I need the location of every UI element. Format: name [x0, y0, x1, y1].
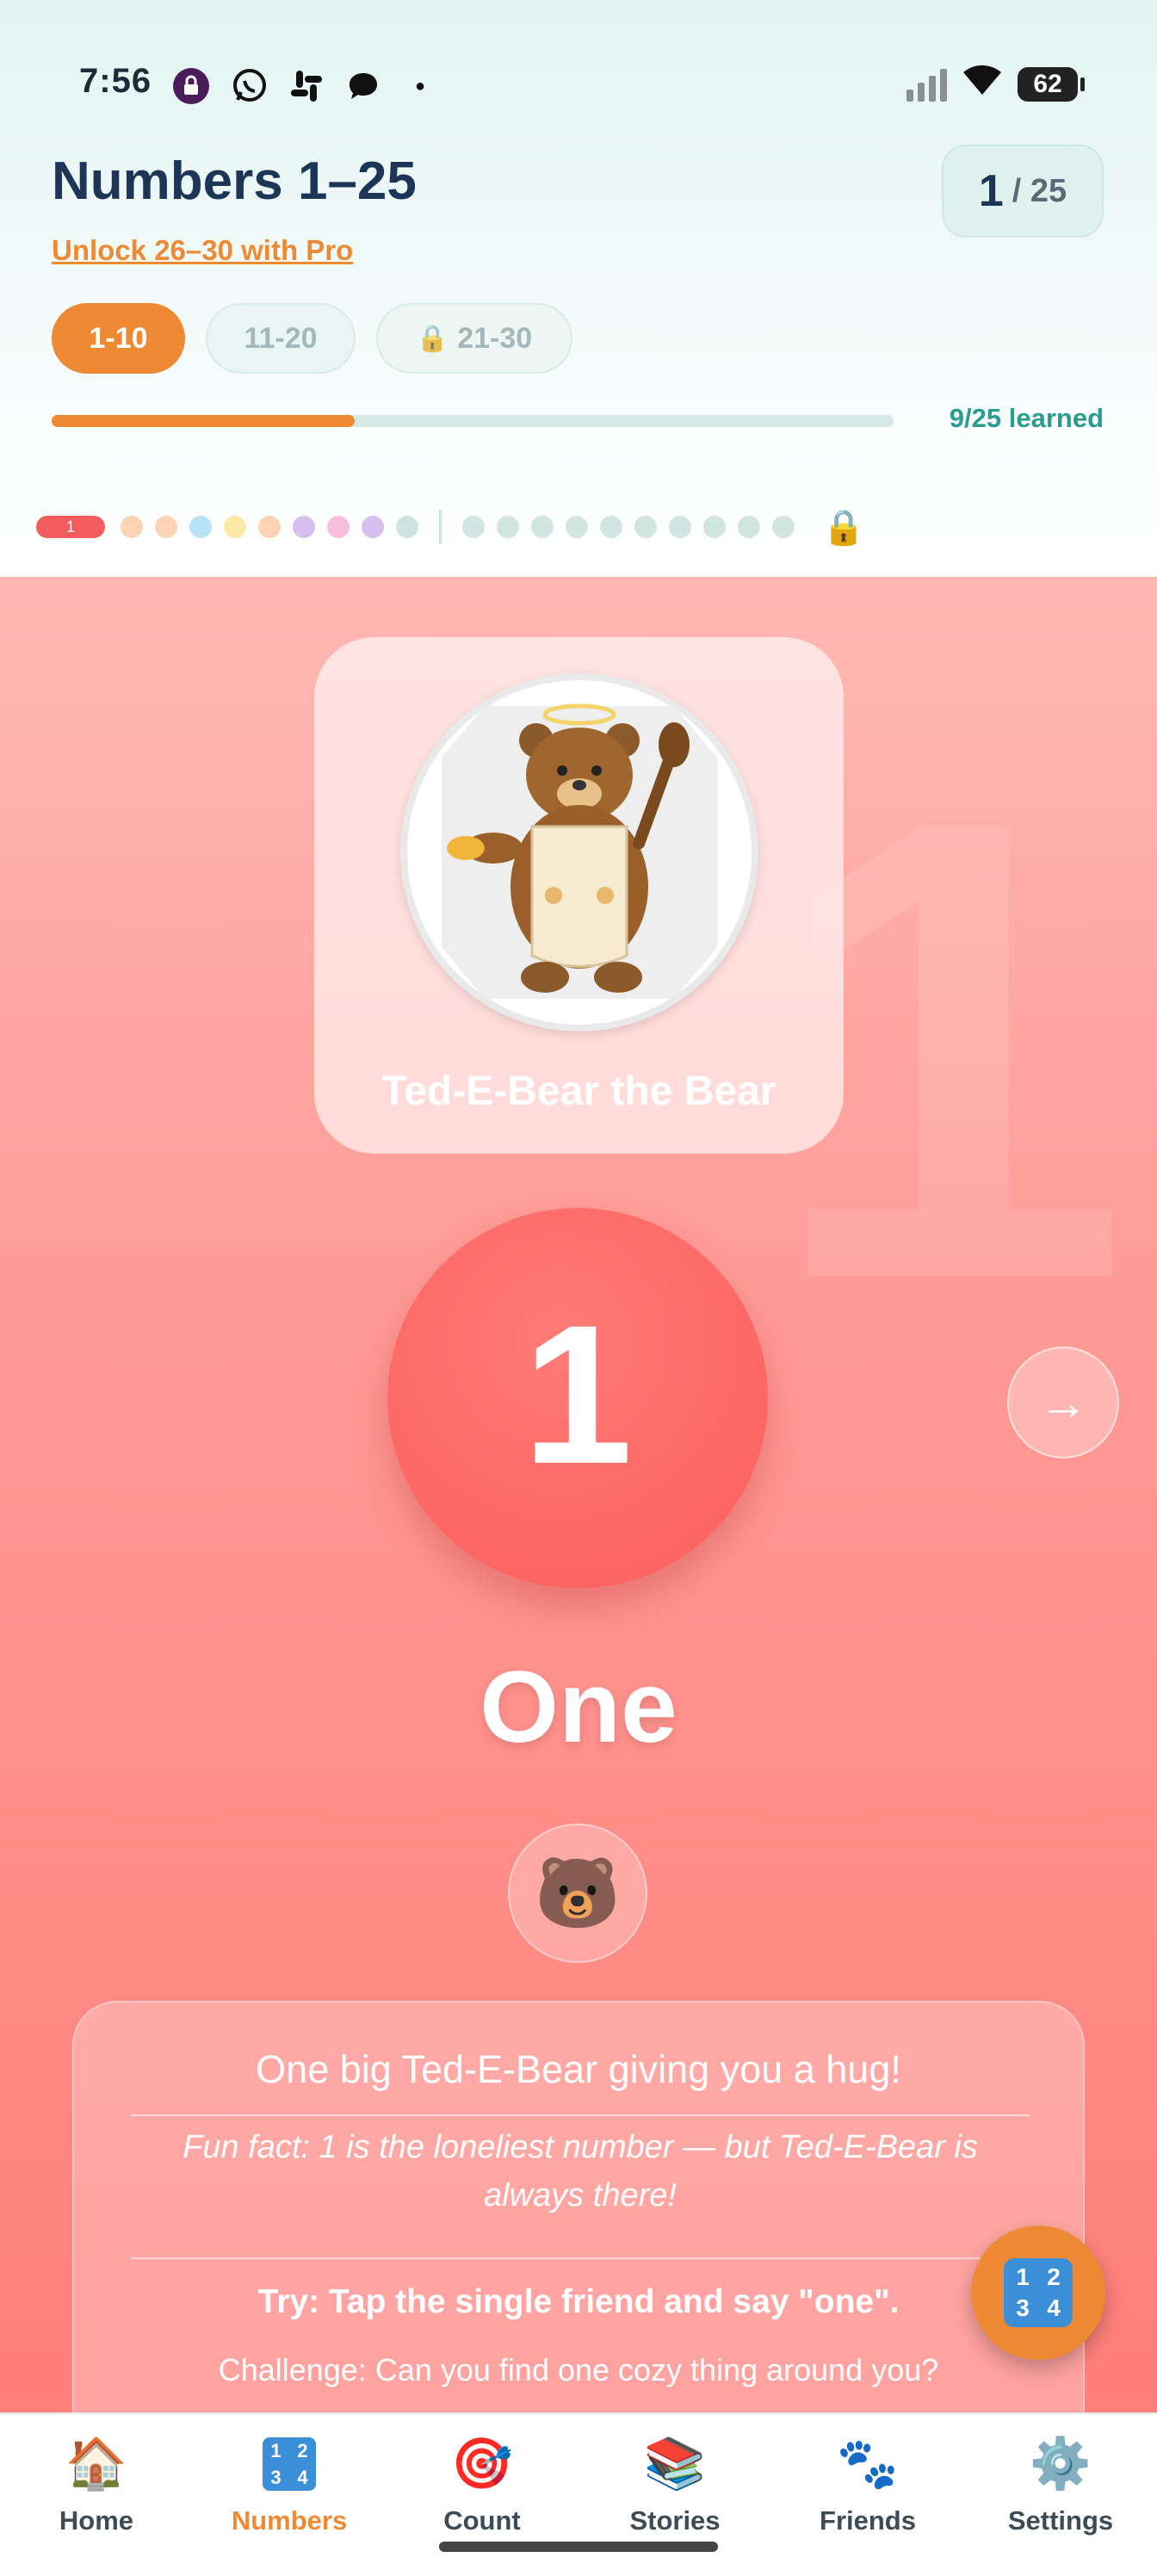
info-divider [131, 2115, 1030, 2116]
info-description: One big Ted-E-Bear giving you a hug! [256, 2047, 901, 2091]
numbers-keycap-icon: 1234 [1004, 2258, 1073, 2327]
number-dot[interactable] [600, 516, 622, 538]
number-dot[interactable] [396, 516, 418, 538]
learned-count: 9/25 learned [949, 403, 1104, 433]
bear-face-icon: 🐻 [535, 1855, 621, 1931]
number-dot[interactable] [566, 516, 588, 538]
number-dot[interactable] [703, 516, 726, 538]
challenge-text: Challenge: Can you find one cozy thing a… [218, 2352, 939, 2387]
nav-label: Stories [629, 2505, 721, 2536]
number-dot[interactable] [121, 516, 143, 538]
number-dot[interactable] [634, 516, 657, 538]
battery-icon: 62 [1018, 67, 1085, 102]
nav-label: Settings [1007, 2505, 1114, 2536]
house-icon: 🏠 [65, 2436, 128, 2492]
number-dot[interactable] [224, 516, 246, 538]
unlock-pro-link[interactable]: Unlock 26–30 with Pro [52, 234, 353, 267]
number-dot[interactable] [293, 516, 315, 538]
number-dot-active[interactable]: 1 [36, 516, 105, 538]
nav-label: Friends [820, 2505, 916, 2536]
number-dot[interactable] [772, 516, 795, 538]
info-divider [131, 2257, 1030, 2259]
paw-icon: 🐾 [836, 2436, 900, 2492]
info-card: One big Ted-E-Bear giving you a hug! Fun… [72, 2001, 1085, 2412]
number-word: One [480, 1650, 677, 1764]
numbers-icon: 1234 [258, 2433, 320, 2495]
slack-icon [288, 67, 325, 105]
signal-icon [906, 67, 947, 102]
try-prompt: Try: Tap the single friend and say "one"… [257, 2283, 900, 2320]
bear-illustration [400, 673, 758, 1031]
progress-bar [52, 415, 894, 427]
lock-notification-icon [172, 67, 210, 105]
target-icon: 🎯 [450, 2436, 514, 2492]
battery-level: 62 [1033, 70, 1062, 98]
status-time: 7:56 [79, 62, 152, 100]
number-counter: 1 / 25 [942, 145, 1104, 238]
status-bar: 7:56 ● 62 [0, 52, 1157, 121]
number-detail: 1 Ted-E-Bear the Bear 1 → One 🐻 One big … [0, 577, 1157, 2412]
gear-icon: ⚙️ [1029, 2436, 1092, 2492]
number-digit: 1 [523, 1283, 633, 1505]
counter-total: / 25 [1012, 172, 1067, 209]
nav-count[interactable]: 🎯 Count [386, 2433, 578, 2536]
lock-icon: 🔒 [416, 324, 449, 353]
books-icon: 📚 [643, 2436, 707, 2492]
range-tabs: 1-10 11-20 🔒 21-30 [52, 303, 572, 374]
number-dot[interactable] [258, 516, 281, 538]
range-label: 11-20 [244, 321, 318, 355]
nav-friends[interactable]: 🐾 Friends [771, 2433, 964, 2536]
more-dot-icon: ● [414, 76, 426, 96]
home-indicator [439, 2542, 718, 2552]
nav-numbers[interactable]: 1234 Numbers [193, 2433, 386, 2536]
nav-settings[interactable]: ⚙️ Settings [964, 2433, 1157, 2536]
nav-stories[interactable]: 📚 Stories [578, 2433, 771, 2536]
number-dot[interactable] [362, 516, 384, 538]
counter-current: 1 [978, 166, 1004, 216]
nav-label: Numbers [231, 2505, 348, 2536]
nav-label: Home [59, 2505, 134, 2536]
bear-icon [442, 703, 717, 999]
number-dot[interactable] [462, 516, 485, 538]
header-area: 7:56 ● 62 Numbers 1–25 Unlock 26–30 with… [0, 0, 1157, 577]
friend-card[interactable]: Ted-E-Bear the Bear [314, 637, 844, 1154]
chat-bubble-icon [344, 67, 382, 105]
range-tab-11-20[interactable]: 11-20 [206, 303, 356, 374]
number-dot[interactable] [497, 516, 519, 538]
whatsapp-icon [231, 67, 269, 105]
wifi-icon [962, 64, 1002, 105]
numbers-fab-button[interactable]: 1234 [971, 2226, 1105, 2360]
range-label: 21-30 [457, 321, 533, 355]
friend-name: Ted-E-Bear the Bear [381, 1068, 776, 1114]
dots-divider [439, 510, 442, 544]
page-title: Numbers 1–25 [52, 152, 417, 211]
arrow-right-icon: → [1038, 1374, 1088, 1431]
range-label: 1-10 [89, 321, 148, 355]
number-dot[interactable] [531, 516, 554, 538]
number-dot[interactable] [669, 516, 691, 538]
number-dot[interactable] [327, 516, 350, 538]
status-right: 62 [906, 64, 1085, 105]
range-tab-1-10[interactable]: 1-10 [52, 303, 185, 374]
next-number-button[interactable]: → [1007, 1347, 1119, 1458]
fun-fact: Fun fact: 1 is the loneliest number — bu… [183, 2129, 978, 2214]
nav-label: Count [443, 2505, 521, 2536]
progress-fill [52, 415, 356, 427]
number-dot[interactable] [155, 516, 177, 538]
number-dot[interactable] [738, 516, 760, 538]
range-tab-21-30[interactable]: 🔒 21-30 [376, 303, 572, 374]
number-circle[interactable]: 1 [387, 1208, 768, 1588]
number-dots: 1 🔒 [36, 508, 865, 547]
number-dot[interactable] [189, 516, 212, 538]
locked-numbers-icon: 🔒 [822, 508, 865, 547]
bear-emoji-button[interactable]: 🐻 [508, 1824, 647, 1963]
nav-home[interactable]: 🏠 Home [0, 2433, 193, 2536]
